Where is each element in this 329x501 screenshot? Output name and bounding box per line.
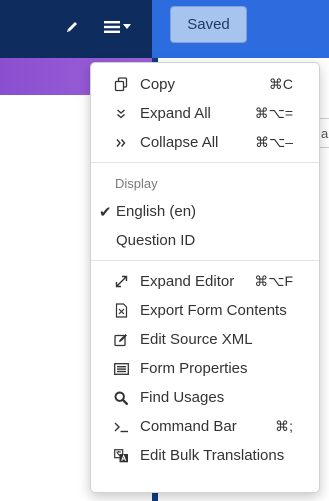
menu-item-label: Expand All [140,105,211,122]
menu-item-label: Collapse All [140,134,219,151]
menu-item-find-usages[interactable]: Find Usages [91,383,319,412]
menu-item-label: Copy [140,76,176,93]
menu-item-label: Edit Source XML [140,331,253,348]
form-menu-button[interactable] [100,14,134,40]
menu-item-label: Export Form Contents [140,302,287,319]
menu-item-shortcut: ⌘⌥F [254,273,293,289]
menu-item-export-form-contents[interactable]: Export Form Contents [91,296,319,325]
menu-divider [91,162,319,163]
display-section-header: Display [115,175,158,191]
menu-item-collapse-all[interactable]: Collapse All ⌘⌥– [91,128,319,157]
copy-icon [113,77,129,93]
menu-item-command-bar[interactable]: Command Bar ⌘; [91,412,319,441]
form-actions-dropdown: Copy ⌘C Expand All ⌘⌥= Collapse All ⌘⌥– … [90,62,320,493]
menu-item-label: Command Bar [140,418,237,435]
edit-button[interactable] [60,14,84,40]
display-option-label: English (en) [116,203,197,220]
form-properties-icon [113,361,129,377]
display-option-label: Question ID [116,232,196,249]
menu-item-form-properties[interactable]: Form Properties [91,354,319,383]
menu-item-shortcut: ⌘; [275,418,293,434]
caret-down-icon [122,24,131,30]
saved-button[interactable]: Saved [170,6,247,43]
search-icon [113,390,129,406]
display-option-question-id[interactable]: Question ID [91,226,319,255]
menu-item-shortcut: ⌘⌥– [255,134,293,150]
menu-item-label: Expand Editor [140,273,235,290]
expand-all-icon [113,106,129,122]
menu-item-label: Form Properties [140,360,248,377]
menu-item-shortcut: ⌘⌥= [254,105,293,121]
display-option-english[interactable]: ✔ English (en) [91,197,319,226]
expand-editor-icon [113,274,129,290]
collapse-all-icon [113,135,129,151]
menu-item-edit-bulk-translations[interactable]: Edit Bulk Translations [91,441,319,470]
menu-item-label: Find Usages [140,389,225,406]
export-icon [113,303,129,319]
menu-item-edit-source-xml[interactable]: Edit Source XML [91,325,319,354]
toolbar-blue-strip [152,50,329,58]
edit-source-icon [113,332,129,348]
menu-item-expand-all[interactable]: Expand All ⌘⌥= [91,99,319,128]
background-input-text: al [321,126,329,141]
menu-item-expand-editor[interactable]: Expand Editor ⌘⌥F [91,267,319,296]
checkmark-icon: ✔ [99,203,112,221]
translate-icon [113,448,129,464]
terminal-icon [113,419,129,435]
pencil-icon [65,20,79,34]
menu-item-shortcut: ⌘C [268,76,293,92]
menu-item-label: Edit Bulk Translations [140,447,285,464]
menu-item-copy[interactable]: Copy ⌘C [91,70,319,99]
menu-divider [91,260,319,261]
hamburger-icon [103,20,120,34]
